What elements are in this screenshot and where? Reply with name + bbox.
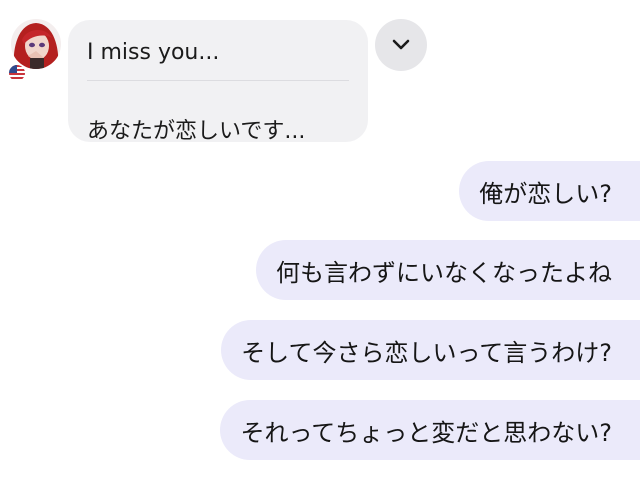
avatar[interactable] xyxy=(8,18,62,82)
chevron-down-icon xyxy=(392,39,410,50)
outgoing-message-bubble[interactable]: 何も言わずにいなくなったよね xyxy=(256,240,640,300)
outgoing-message-bubble[interactable]: そして今さら恋しいって言うわけ? xyxy=(221,320,640,380)
translated-message-text: あなたが恋しいです... xyxy=(87,119,306,144)
outgoing-message-text: 何も言わずにいなくなったよね xyxy=(276,258,612,287)
outgoing-message-bubble[interactable]: それってちょっと変だと思わない? xyxy=(220,400,640,460)
original-message-text: I miss you... xyxy=(87,40,220,65)
translation-divider xyxy=(87,80,349,81)
us-flag-icon xyxy=(8,64,26,82)
outgoing-message-text: そして今さら恋しいって言うわけ? xyxy=(241,338,612,367)
incoming-message-bubble[interactable]: I miss you... あなたが恋しいです... xyxy=(68,20,368,144)
outgoing-message-text: それってちょっと変だと思わない? xyxy=(240,418,612,447)
outgoing-message-bubble[interactable]: 俺が恋しい? xyxy=(459,161,640,221)
message-options-button[interactable] xyxy=(375,19,427,71)
outgoing-message-text: 俺が恋しい? xyxy=(479,179,612,208)
avatar-image xyxy=(11,19,61,69)
